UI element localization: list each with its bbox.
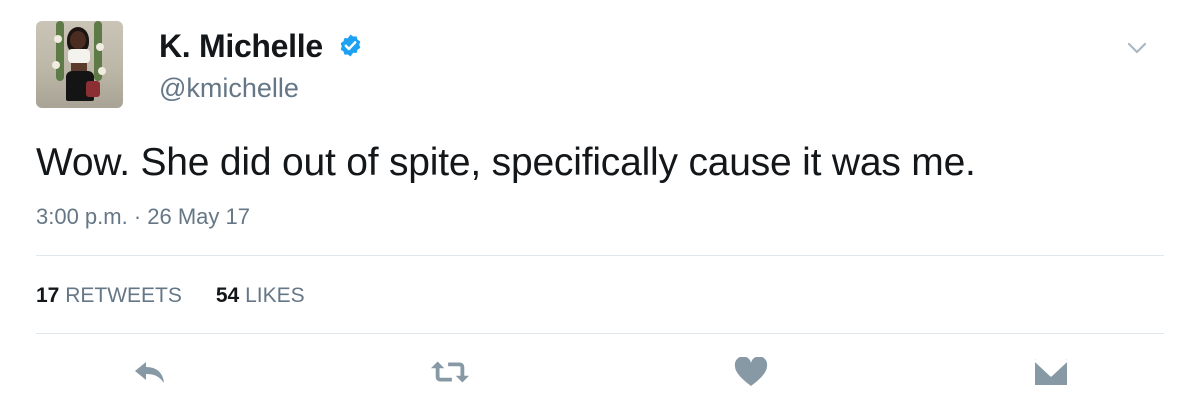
retweets-label: RETWEETS [65, 284, 182, 307]
reply-button[interactable] [130, 352, 170, 392]
likes-count: 54 [215, 284, 240, 307]
display-name[interactable]: K. Michelle [159, 28, 323, 65]
user-handle[interactable]: @kmichelle [159, 73, 299, 104]
tweet-stats: 17 RETWEETS 54 LIKES [36, 284, 305, 308]
retweets-stat[interactable]: 17 RETWEETS [36, 284, 182, 307]
avatar[interactable] [36, 21, 123, 108]
retweet-button[interactable] [430, 352, 470, 392]
chevron-down-icon[interactable] [1126, 40, 1148, 56]
likes-label: LIKES [245, 284, 305, 307]
retweet-icon [430, 361, 470, 383]
retweets-count: 17 [36, 284, 60, 307]
tweet-text: Wow. She did out of spite, specifically … [36, 141, 976, 184]
like-button[interactable] [731, 352, 771, 392]
divider [36, 333, 1164, 334]
tweet-timestamp[interactable]: 3:00 p.m. · 26 May 17 [36, 204, 250, 230]
tweet-card: K. Michelle @kmichelle Wow. She did out … [0, 0, 1200, 407]
heart-icon [734, 357, 768, 386]
envelope-icon [1033, 358, 1069, 385]
reply-icon [135, 362, 164, 383]
divider [36, 255, 1164, 256]
verified-badge-icon [340, 34, 361, 57]
direct-message-button[interactable] [1031, 352, 1071, 392]
likes-stat[interactable]: 54 LIKES [216, 284, 305, 307]
